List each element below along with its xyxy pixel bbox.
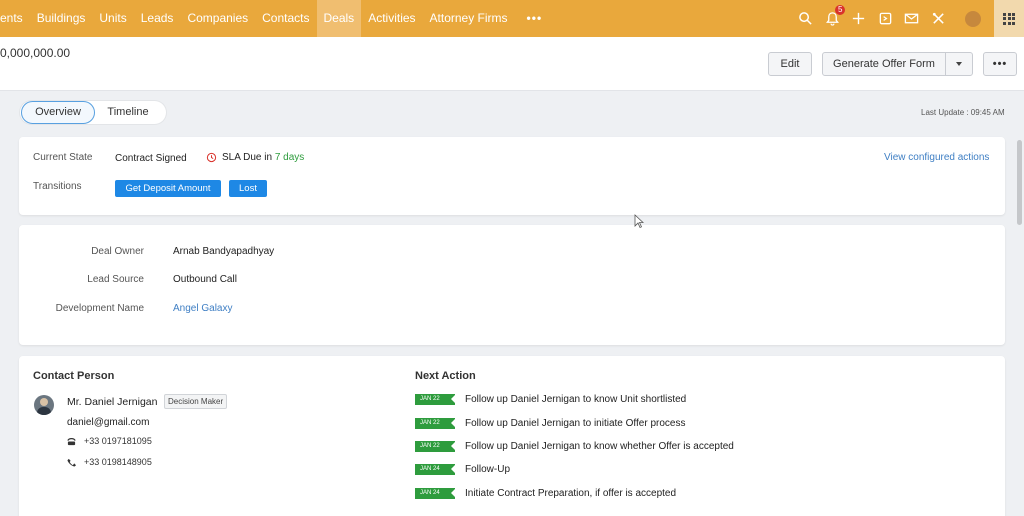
lead-source-value: Outbound Call [173,274,237,285]
view-toggle: Overview Timeline [20,101,166,124]
blueprint-state-card: Current State Contract Signed SLA Due in… [19,137,1005,215]
nav-tab-buildings[interactable]: Buildings [30,0,93,37]
nav-tab-activities[interactable]: Activities [361,0,422,37]
phone-icon [67,458,76,467]
current-state-label: Current State [33,152,93,163]
action-text: Follow up Daniel Jernigan to initiate Of… [465,418,686,429]
top-navigation-bar: ents Buildings Units Leads Companies Con… [0,0,1024,37]
next-action-item[interactable]: JAN 22 Follow up Daniel Jernigan to know… [415,440,734,453]
contact-person-title: Contact Person [33,370,115,382]
contact-name[interactable]: Mr. Daniel Jernigan [67,396,157,408]
contact-avatar [34,395,54,415]
next-action-title: Next Action [415,370,476,382]
mail-icon[interactable] [899,0,926,37]
action-text: Follow-Up [465,464,511,475]
nav-tab-deals[interactable]: Deals [316,0,362,37]
development-name-link[interactable]: Angel Galaxy [173,303,232,314]
nav-tab-companies[interactable]: Companies [180,0,255,37]
nav-tab-units[interactable]: Units [92,0,133,37]
next-action-item[interactable]: JAN 24 Follow-Up [415,463,510,476]
user-avatar-icon[interactable] [960,0,987,37]
edit-button[interactable]: Edit [768,52,812,76]
mouse-cursor-icon [634,214,644,229]
decision-maker-badge: Decision Maker [164,394,228,409]
tab-overview[interactable]: Overview [21,101,95,124]
apps-grid-icon[interactable] [994,0,1024,37]
more-actions-button[interactable]: ••• [983,52,1017,76]
offer-dropdown-button[interactable] [945,52,973,76]
next-action-item[interactable]: JAN 22 Follow up Daniel Jernigan to init… [415,417,685,430]
current-state-value: Contract Signed [115,153,187,164]
bell-icon[interactable]: 5 [819,0,846,37]
module-tabs: ents Buildings Units Leads Companies Con… [0,0,549,37]
tab-timeline[interactable]: Timeline [100,101,156,124]
action-text: Initiate Contract Preparation, if offer … [465,488,677,499]
last-update-text: Last Update : 09:45 AM [921,108,1005,117]
action-text: Follow up Daniel Jernigan to know whethe… [465,441,734,452]
next-action-item[interactable]: JAN 22 Follow up Daniel Jernigan to know… [415,393,686,406]
avatar [964,10,981,27]
search-icon[interactable] [793,0,820,37]
tools-icon[interactable] [925,0,952,37]
transitions-label: Transitions [33,181,82,192]
nav-tab-attorney-firms[interactable]: Attorney Firms [423,0,515,37]
clock-icon [206,152,217,163]
date-tag: JAN 22 [415,441,456,452]
sla-indicator: SLA Due in 7 days [206,152,304,163]
contact-phone-1[interactable]: +33 0197181095 [67,436,152,446]
deal-owner-label: Deal Owner [91,246,144,257]
page-scrollbar[interactable] [1017,140,1022,225]
deal-owner-value: Arnab Bandyapadhyay [173,246,275,257]
date-tag: JAN 22 [415,418,456,429]
action-text: Follow up Daniel Jernigan to know Unit s… [465,394,687,405]
nav-tab-leads[interactable]: Leads [134,0,181,37]
generate-offer-form-button[interactable]: Generate Offer Form [822,52,946,76]
telephone-icon [67,437,76,445]
nav-tab-developments[interactable]: ents [0,0,30,37]
date-tag: JAN 24 [415,488,456,499]
development-name-label: Development Name [55,303,144,314]
get-deposit-amount-button[interactable]: Get Deposit Amount [115,180,221,197]
phone-number: +33 0197181095 [84,436,152,446]
sla-days: 7 days [274,152,305,163]
nav-more-button[interactable]: ••• [515,0,550,37]
next-action-item[interactable]: JAN 24 Initiate Contract Preparation, if… [415,487,676,500]
lead-source-label: Lead Source [87,274,144,285]
deal-amount: 0,000,000.00 [0,46,71,60]
chevron-down-icon [956,62,962,66]
sla-prefix: SLA Due in [222,152,275,163]
phone-number: +33 0198148905 [84,457,152,467]
nav-utility-icons: 5 [793,0,1024,37]
contact-phone-2[interactable]: +33 0198148905 [67,457,152,467]
plus-icon[interactable] [846,0,873,37]
contact-next-action-card: Contact Person Mr. Daniel Jernigan Decis… [19,356,1005,516]
record-header: 0,000,000.00 Edit Generate Offer Form ••… [0,37,1024,91]
date-tag: JAN 24 [415,464,456,475]
nav-tab-contacts[interactable]: Contacts [255,0,316,37]
contact-email[interactable]: daniel@gmail.com [67,417,149,428]
date-tag: JAN 22 [415,394,456,405]
view-configured-actions-link[interactable]: View configured actions [884,152,989,163]
deal-details-card: Deal Owner Arnab Bandyapadhyay Lead Sour… [19,225,1005,345]
inbox-icon[interactable] [872,0,899,37]
lost-button[interactable]: Lost [229,180,267,197]
notification-count-badge: 5 [835,5,846,15]
